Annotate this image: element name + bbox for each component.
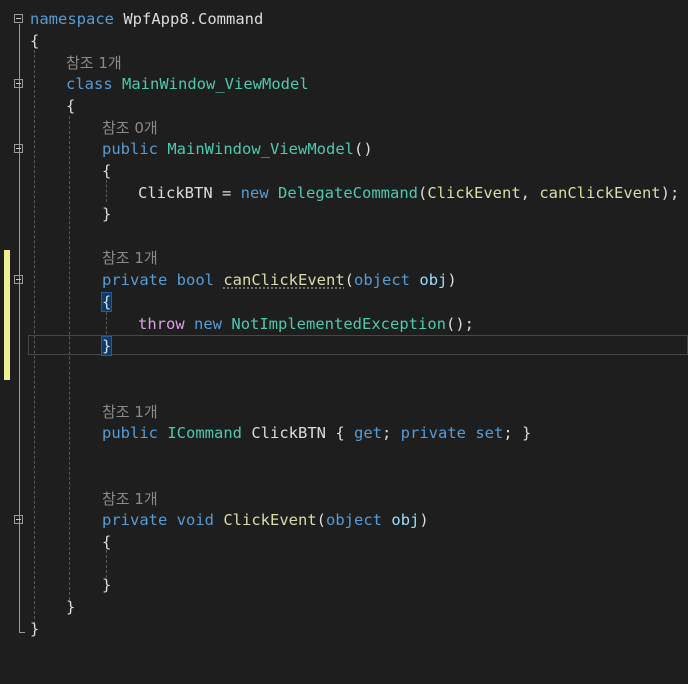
codelens-references[interactable]: 참조 1개 [102,249,158,267]
keyword: object [326,511,383,529]
parens: () [353,140,373,158]
code-line[interactable]: { [0,291,688,313]
keyword: void [176,511,214,529]
codelens-line: 참조 0개 [0,117,688,139]
brace: { [102,162,112,180]
code-line[interactable]: throw new NotImplementedException(); [0,313,688,335]
keyword: get [354,424,382,442]
keyword: public [102,140,158,158]
text-caret [111,338,113,355]
class-name: MainWindow_ViewModel [122,75,309,93]
namespace-name: WpfApp8.Command [123,10,264,28]
code-line[interactable]: private void ClickEvent(object obj) [0,509,688,531]
method-ref: canClickEvent [539,184,661,202]
keyword: bool [176,271,214,289]
paren: ) [447,271,457,289]
brace-match-close: } [100,336,113,356]
paren: ( [344,271,355,289]
brace: } [30,620,40,638]
parens: (); [446,315,474,333]
keyword: namespace [30,10,114,28]
brace: ; } [503,424,532,442]
brace: { [326,424,354,442]
collapse-icon[interactable] [14,144,23,153]
keyword: object [354,271,411,289]
code-line[interactable]: { [0,95,688,117]
code-line[interactable]: private bool canClickEvent(object obj) [0,269,688,291]
keyword: new [240,184,269,202]
keyword: public [102,424,158,442]
brace: { [30,32,40,50]
codelens-references[interactable]: 참조 1개 [102,403,158,421]
property-name: ClickBTN [251,424,326,442]
codelens-line: 참조 1개 [0,247,688,269]
parameter: obj [419,271,448,289]
code-line[interactable]: } [0,618,688,640]
brace: } [102,576,112,594]
keyword: private [102,511,168,529]
code-line[interactable]: { [0,30,688,52]
collapse-icon[interactable] [14,79,23,88]
type-name: ICommand [167,424,242,442]
collapse-icon[interactable] [14,14,23,23]
collapse-icon[interactable] [14,515,23,524]
brace: } [66,598,76,616]
codelens-line: 참조 1개 [0,401,688,423]
brace-match-open: { [100,292,113,312]
code-line[interactable]: class MainWindow_ViewModel [0,73,688,95]
code-editor[interactable]: namespace WpfApp8.Command { 참조 1개 class … [0,0,688,654]
method-name: canClickEvent [223,271,345,289]
keyword: new [194,315,223,333]
type-name: NotImplementedException [231,315,446,333]
keyword: throw [138,315,185,333]
code-line[interactable]: } [0,203,688,225]
codelens-line: 참조 1개 [0,488,688,510]
codelens-references[interactable]: 참조 0개 [102,119,158,137]
collapse-icon[interactable] [14,275,23,284]
semicolon: ; [382,424,401,442]
brace: { [102,533,112,551]
code-line[interactable]: public ICommand ClickBTN { get; private … [0,422,688,444]
code-line[interactable]: public MainWindow_ViewModel() [0,138,688,160]
method-name: ClickEvent [223,511,317,529]
code-line[interactable]: { [0,531,688,553]
brace: { [66,97,76,115]
paren: ); [660,184,680,202]
paren: ( [316,511,327,529]
code-line[interactable]: } [0,335,688,357]
paren: ) [419,511,429,529]
brace: } [102,205,112,223]
method-ref: ClickEvent [427,184,521,202]
code-line[interactable]: } [0,596,688,618]
codelens-references[interactable]: 참조 1개 [66,54,122,72]
type-name: DelegateCommand [278,184,418,202]
assignment: ClickBTN = [138,184,241,202]
code-line[interactable]: ClickBTN = new DelegateCommand(ClickEven… [0,182,688,204]
comma: , [520,184,540,202]
parameter: obj [391,511,420,529]
keyword: private [102,271,168,289]
code-line[interactable]: { [0,160,688,182]
code-line[interactable]: } [0,574,688,596]
code-line[interactable]: namespace WpfApp8.Command [0,8,688,30]
constructor-name: MainWindow_ViewModel [167,140,354,158]
keyword: set [475,424,504,442]
codelens-references[interactable]: 참조 1개 [102,490,158,508]
keyword: private [400,424,466,442]
keyword: class [66,75,113,93]
codelens-line: 참조 1개 [0,52,688,74]
paren: ( [417,184,428,202]
